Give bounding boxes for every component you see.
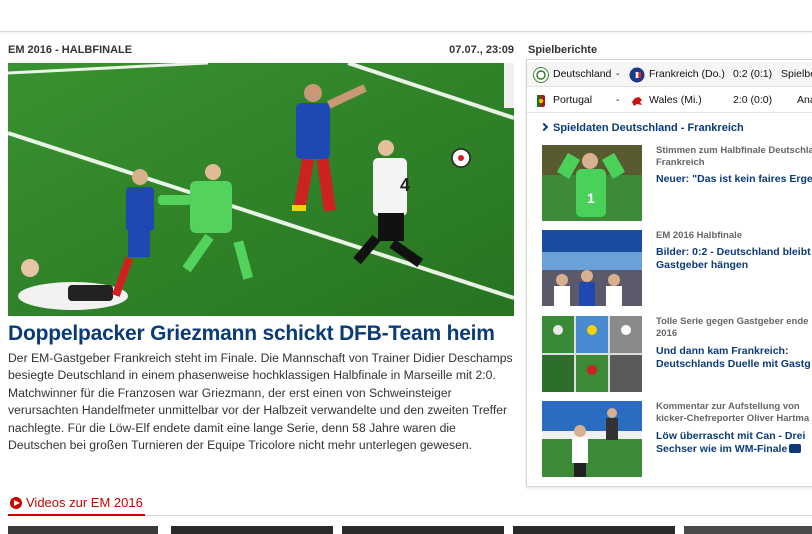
- match-score: 0:2 (0:1): [733, 68, 773, 80]
- video-thumbnail[interactable]: [171, 526, 333, 534]
- story-thumbnail[interactable]: 1: [542, 145, 642, 221]
- story-item[interactable]: Tolle Serie gegen Gastgeber ende 2016 Un…: [542, 316, 812, 392]
- match-report-link[interactable]: Ana: [797, 94, 812, 106]
- match-row[interactable]: Portugal - Wales (Mi.) 2:0 (0:0) Ana: [527, 88, 812, 113]
- chevron-right-icon: [539, 122, 549, 132]
- story-kicker: Stimmen zum Halbfinale Deutschland-Frank…: [656, 145, 812, 168]
- article-headline[interactable]: Doppelpacker Griezmann schickt DFB-Team …: [8, 322, 514, 346]
- match-data-label: Spieldaten Deutschland - Frankreich: [553, 122, 744, 134]
- portugal-flag-icon: [533, 93, 549, 109]
- france-flag-icon: [629, 67, 645, 83]
- story-kicker: EM 2016 Halbfinale: [656, 230, 743, 241]
- svg-text:1: 1: [587, 190, 595, 206]
- story-item[interactable]: EM 2016 Halbfinale Bilder: 0:2 - Deutsch…: [542, 230, 812, 306]
- story-thumbnail[interactable]: [542, 316, 642, 392]
- story-title[interactable]: Neuer: "Das ist kein faires Ergeb: [656, 173, 812, 186]
- story-title-text: Löw überrascht mit Can - Drei Sechser wi…: [656, 430, 806, 455]
- germany-flag-icon: [533, 67, 549, 83]
- sidebar-title: Spielberichte: [528, 44, 598, 56]
- video-thumbnail[interactable]: [8, 526, 158, 534]
- story-thumbnail[interactable]: [542, 401, 642, 477]
- home-team: Deutschland: [553, 68, 612, 80]
- story-title[interactable]: Löw überrascht mit Can - Drei Sechser wi…: [656, 430, 812, 455]
- top-navigation-bar: [0, 0, 812, 32]
- play-icon: [10, 496, 22, 509]
- wales-flag-icon: [629, 93, 645, 109]
- hero-image[interactable]: 4: [8, 63, 514, 316]
- section-divider: [145, 515, 812, 516]
- videos-section-link[interactable]: Videos zur EM 2016: [10, 495, 143, 510]
- match-row[interactable]: Deutschland - Frankreich (Do.) 0:2 (0:1)…: [527, 62, 812, 87]
- svg-text:4: 4: [400, 175, 410, 195]
- story-item[interactable]: 1 Stimmen zum Halbfinale Deutschland-Fra…: [542, 145, 812, 221]
- away-team: Wales (Mi.): [649, 94, 702, 106]
- home-team: Portugal: [553, 94, 593, 106]
- comment-icon[interactable]: [789, 443, 802, 453]
- video-thumbnail[interactable]: [513, 526, 675, 534]
- story-kicker: Tolle Serie gegen Gastgeber ende 2016: [656, 316, 809, 339]
- videos-tab-underline: [8, 514, 145, 516]
- article-teaser: Der EM-Gastgeber Frankreich steht im Fin…: [8, 351, 513, 453]
- story-title[interactable]: Und dann kam Frankreich: Deutschlands Du…: [656, 345, 812, 370]
- story-thumbnail[interactable]: [542, 230, 642, 306]
- score-separator: -: [616, 94, 620, 106]
- videos-label: Videos zur EM 2016: [26, 495, 143, 510]
- video-thumbnail[interactable]: [684, 526, 812, 534]
- story-kicker: Kommentar zur Aufstellung von kicker-Che…: [656, 401, 810, 424]
- match-reports-box: Deutschland - Frankreich (Do.) 0:2 (0:1)…: [526, 59, 812, 487]
- story-item[interactable]: Kommentar zur Aufstellung von kicker-Che…: [542, 401, 812, 477]
- story-title[interactable]: Bilder: 0:2 - Deutschland bleibt an Gast…: [656, 246, 812, 271]
- article-meta: EM 2016 - HALBFINALE 07.07., 23:09: [8, 44, 514, 60]
- article-kicker: EM 2016 - HALBFINALE: [8, 44, 133, 56]
- match-data-link[interactable]: Spieldaten Deutschland - Frankreich: [539, 122, 744, 134]
- score-separator: -: [616, 68, 620, 80]
- video-thumbnail[interactable]: [342, 526, 504, 534]
- away-team: Frankreich (Do.): [649, 68, 725, 80]
- article-date: 07.07., 23:09: [449, 44, 514, 56]
- hero-photo-football-scene: 4: [8, 63, 514, 316]
- match-score: 2:0 (0:0): [733, 94, 773, 106]
- match-report-link[interactable]: Spielbe: [781, 68, 812, 80]
